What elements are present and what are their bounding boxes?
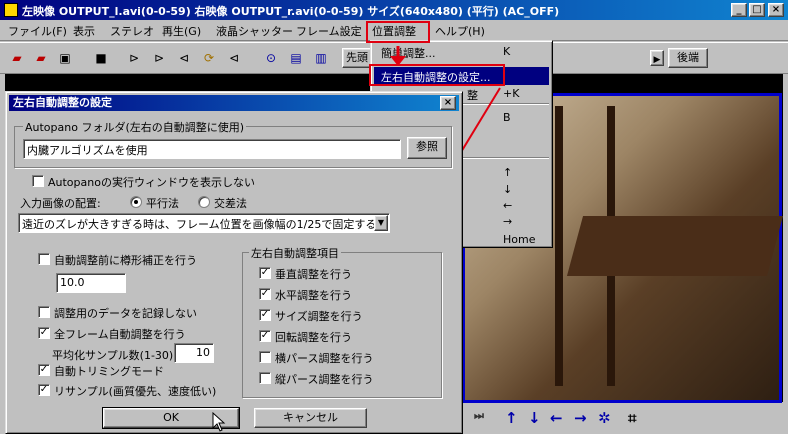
chevron-down-icon[interactable]: ▼ bbox=[374, 215, 388, 231]
layout-label: 入力画像の配置: bbox=[20, 197, 101, 210]
rotation-adjust-checkbox[interactable]: ✓ bbox=[259, 330, 271, 342]
threshold-select-value: 遠近のズレが大きすぎる時は、フレーム位置を画像幅の1/25で固定する bbox=[22, 218, 377, 231]
step-forward-icon[interactable]: ⊳ bbox=[150, 49, 168, 67]
rewind-icon[interactable]: ⊲ bbox=[225, 49, 243, 67]
shortcut-home: Home bbox=[503, 233, 536, 246]
open-folder-icon[interactable]: ▰ bbox=[8, 49, 26, 67]
menu-frame-settings[interactable]: フレーム設定 bbox=[296, 23, 362, 39]
menu-play[interactable]: 再生(G) bbox=[162, 23, 201, 39]
head-button[interactable]: 先頭 bbox=[342, 48, 372, 68]
window-title: 左映像 OUTPUT_l.avi(0-0-59) 右映像 OUTPUT_r.av… bbox=[22, 5, 560, 18]
rotation-adjust-label: 回転調整を行う bbox=[275, 331, 352, 344]
horizontal-adjust-label: 水平調整を行う bbox=[275, 289, 352, 302]
vertical-perspective-checkbox[interactable] bbox=[259, 372, 271, 384]
autopano-group-label: Autopano フォルダ(左右の自動調整に使用) bbox=[23, 119, 247, 135]
record-data-label: 調整用のデータを記録しない bbox=[54, 307, 197, 320]
vertical-perspective-label: 縦パース調整を行う bbox=[275, 373, 374, 386]
move-up-icon[interactable]: ↑ bbox=[505, 409, 518, 427]
open-pair-icon[interactable]: ▰ bbox=[32, 49, 50, 67]
tail-button[interactable]: 後端 bbox=[668, 48, 708, 68]
minimize-button[interactable]: _ bbox=[731, 3, 747, 17]
vertical-adjust-checkbox[interactable]: ✓ bbox=[259, 267, 271, 279]
arrow-down-head bbox=[390, 56, 406, 66]
move-down-icon[interactable]: ↓ bbox=[528, 409, 541, 427]
all-frames-checkbox[interactable]: ✓ bbox=[38, 327, 50, 339]
horizontal-perspective-label: 横パース調整を行う bbox=[275, 352, 374, 365]
vertical-adjust-label: 垂直調整を行う bbox=[275, 268, 352, 281]
crop-icon[interactable]: ⌗ bbox=[628, 409, 636, 427]
menu-lcd-shutter[interactable]: 液晶シャッター bbox=[216, 23, 293, 39]
loop-icon[interactable]: ⟳ bbox=[200, 49, 218, 67]
auto-trim-label: 自動トリミングモード bbox=[54, 365, 164, 378]
binoculars-icon[interactable]: ⊙ bbox=[262, 49, 280, 67]
samples-label: 平均化サンプル数(1-30): bbox=[52, 349, 177, 362]
step-icon[interactable]: ⊳ bbox=[125, 49, 143, 67]
autopano-group: Autopano フォルダ(左右の自動調整に使用) 内臓アルゴリズムを使用 参照 bbox=[14, 119, 452, 168]
shortcut-right: → bbox=[503, 215, 513, 228]
maximize-button[interactable]: □ bbox=[749, 3, 765, 17]
table-image bbox=[566, 216, 784, 276]
adjust-items-group-label: 左右自動調整項目 bbox=[249, 245, 341, 261]
browse-button[interactable]: 参照 bbox=[407, 137, 447, 159]
horizontal-adjust-checkbox[interactable]: ✓ bbox=[259, 288, 271, 300]
menu-stereo[interactable]: ステレオ bbox=[110, 23, 154, 39]
move-left-icon[interactable]: ← bbox=[550, 409, 563, 427]
cross-label: 交差法 bbox=[214, 197, 247, 210]
threshold-select[interactable]: 遠近のズレが大きすぎる時は、フレーム位置を画像幅の1/25で固定する bbox=[18, 213, 390, 233]
skip-end-icon[interactable]: ⏭ bbox=[474, 409, 484, 423]
resample-label: リサンプル(画質優先、速度低い) bbox=[54, 385, 217, 398]
move-right-icon[interactable]: → bbox=[574, 409, 587, 427]
step-back-icon[interactable]: ⊲ bbox=[175, 49, 193, 67]
keystone-label: 自動調整前に樽形補正を行う bbox=[54, 254, 197, 267]
dialog-title-bar[interactable]: 左右自動調整の設定 × bbox=[9, 95, 459, 111]
parallel-radio[interactable] bbox=[130, 196, 142, 208]
menu-file[interactable]: ファイル(F) bbox=[8, 23, 67, 39]
size-adjust-label: サイズ調整を行う bbox=[275, 310, 363, 323]
stop-icon[interactable]: ■ bbox=[92, 49, 110, 67]
keystone-checkbox[interactable] bbox=[38, 253, 50, 265]
dialog-title: 左右自動調整の設定 bbox=[13, 96, 112, 109]
all-frames-label: 全フレーム自動調整を行う bbox=[54, 328, 186, 341]
parallel-label: 平行法 bbox=[146, 197, 179, 210]
app-icon[interactable] bbox=[4, 3, 18, 17]
hide-window-checkbox[interactable] bbox=[32, 175, 44, 187]
print-icon[interactable]: ▤ bbox=[287, 49, 305, 67]
hide-window-label: Autopanoの実行ウィンドウを表示しない bbox=[48, 176, 255, 189]
slider-right-arrow[interactable]: ▶ bbox=[650, 50, 664, 66]
center-icon[interactable]: ✲ bbox=[598, 409, 611, 427]
menu-view[interactable]: 表示 bbox=[73, 23, 95, 39]
dialog-close-button[interactable]: × bbox=[440, 96, 456, 110]
bottom-toolbar: ⏭ ↑ ↓ ← → ✲ ⌗ bbox=[0, 403, 788, 434]
autopano-path-input[interactable]: 内臓アルゴリズムを使用 bbox=[23, 139, 401, 159]
menu-help[interactable]: ヘルプ(H) bbox=[435, 23, 485, 39]
keystone-value-input[interactable]: 10.0 bbox=[56, 273, 126, 293]
resample-checkbox[interactable]: ✓ bbox=[38, 384, 50, 396]
record-data-checkbox[interactable] bbox=[38, 306, 50, 318]
auto-adjust-settings-dialog: 左右自動調整の設定 × Autopano フォルダ(左右の自動調整に使用) 内臓… bbox=[5, 91, 463, 434]
adjust-items-group: 左右自動調整項目 ✓ 垂直調整を行う ✓ 水平調整を行う ✓ サイズ調整を行う … bbox=[242, 245, 442, 398]
horizontal-perspective-checkbox[interactable] bbox=[259, 351, 271, 363]
samples-input[interactable]: 10 bbox=[174, 343, 214, 363]
export-icon[interactable]: ▥ bbox=[312, 49, 330, 67]
size-adjust-checkbox[interactable]: ✓ bbox=[259, 309, 271, 321]
window-title-bar[interactable]: 左映像 OUTPUT_l.avi(0-0-59) 右映像 OUTPUT_r.av… bbox=[0, 0, 788, 20]
close-button[interactable]: × bbox=[768, 3, 784, 17]
cross-radio[interactable] bbox=[198, 196, 210, 208]
save-icon[interactable]: ▣ bbox=[56, 49, 74, 67]
auto-trim-checkbox[interactable]: ✓ bbox=[38, 364, 50, 376]
